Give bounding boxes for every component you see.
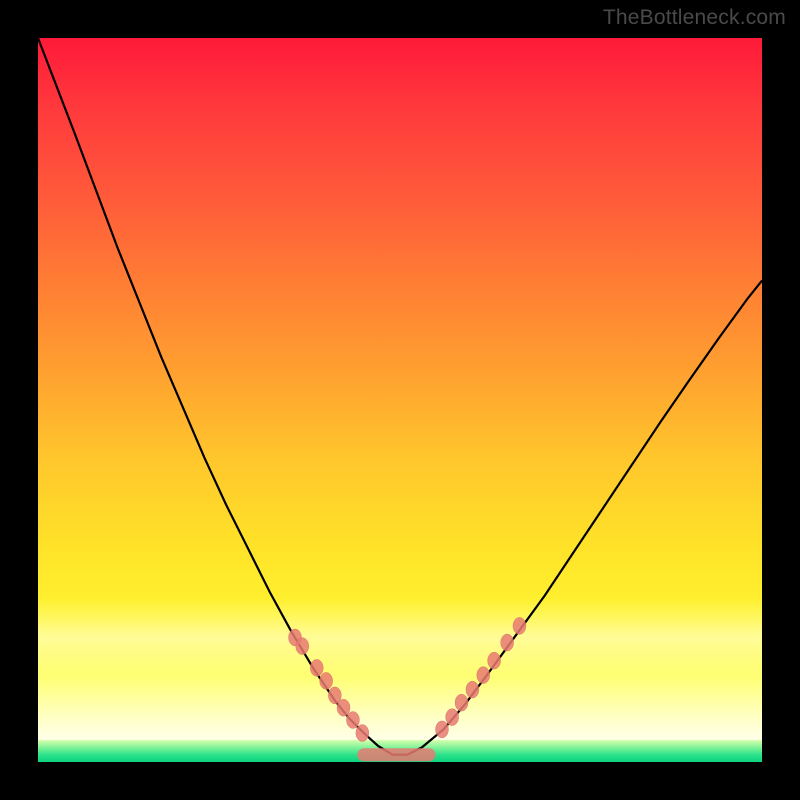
datapoint-dot — [501, 634, 514, 651]
datapoint-dot — [513, 617, 526, 634]
datapoint-dot — [488, 652, 501, 669]
datapoint-dot — [455, 694, 468, 711]
datapoint-dot — [466, 681, 479, 698]
datapoint-dot — [337, 699, 350, 716]
plot-area — [38, 38, 762, 762]
bottleneck-curve — [38, 38, 762, 755]
datapoint-dot — [310, 659, 323, 676]
datapoint-dot — [435, 721, 448, 738]
chart-frame: TheBottleneck.com — [0, 0, 800, 800]
datapoint-dot — [320, 672, 333, 689]
datapoint-dot — [346, 712, 359, 729]
datapoint-dot — [296, 638, 309, 655]
curve-layer — [38, 38, 762, 762]
datapoint-dot — [477, 667, 490, 684]
datapoint-markers — [289, 617, 526, 741]
watermark-text: TheBottleneck.com — [603, 6, 786, 30]
datapoint-dot — [446, 709, 459, 726]
datapoint-dot — [356, 725, 369, 742]
